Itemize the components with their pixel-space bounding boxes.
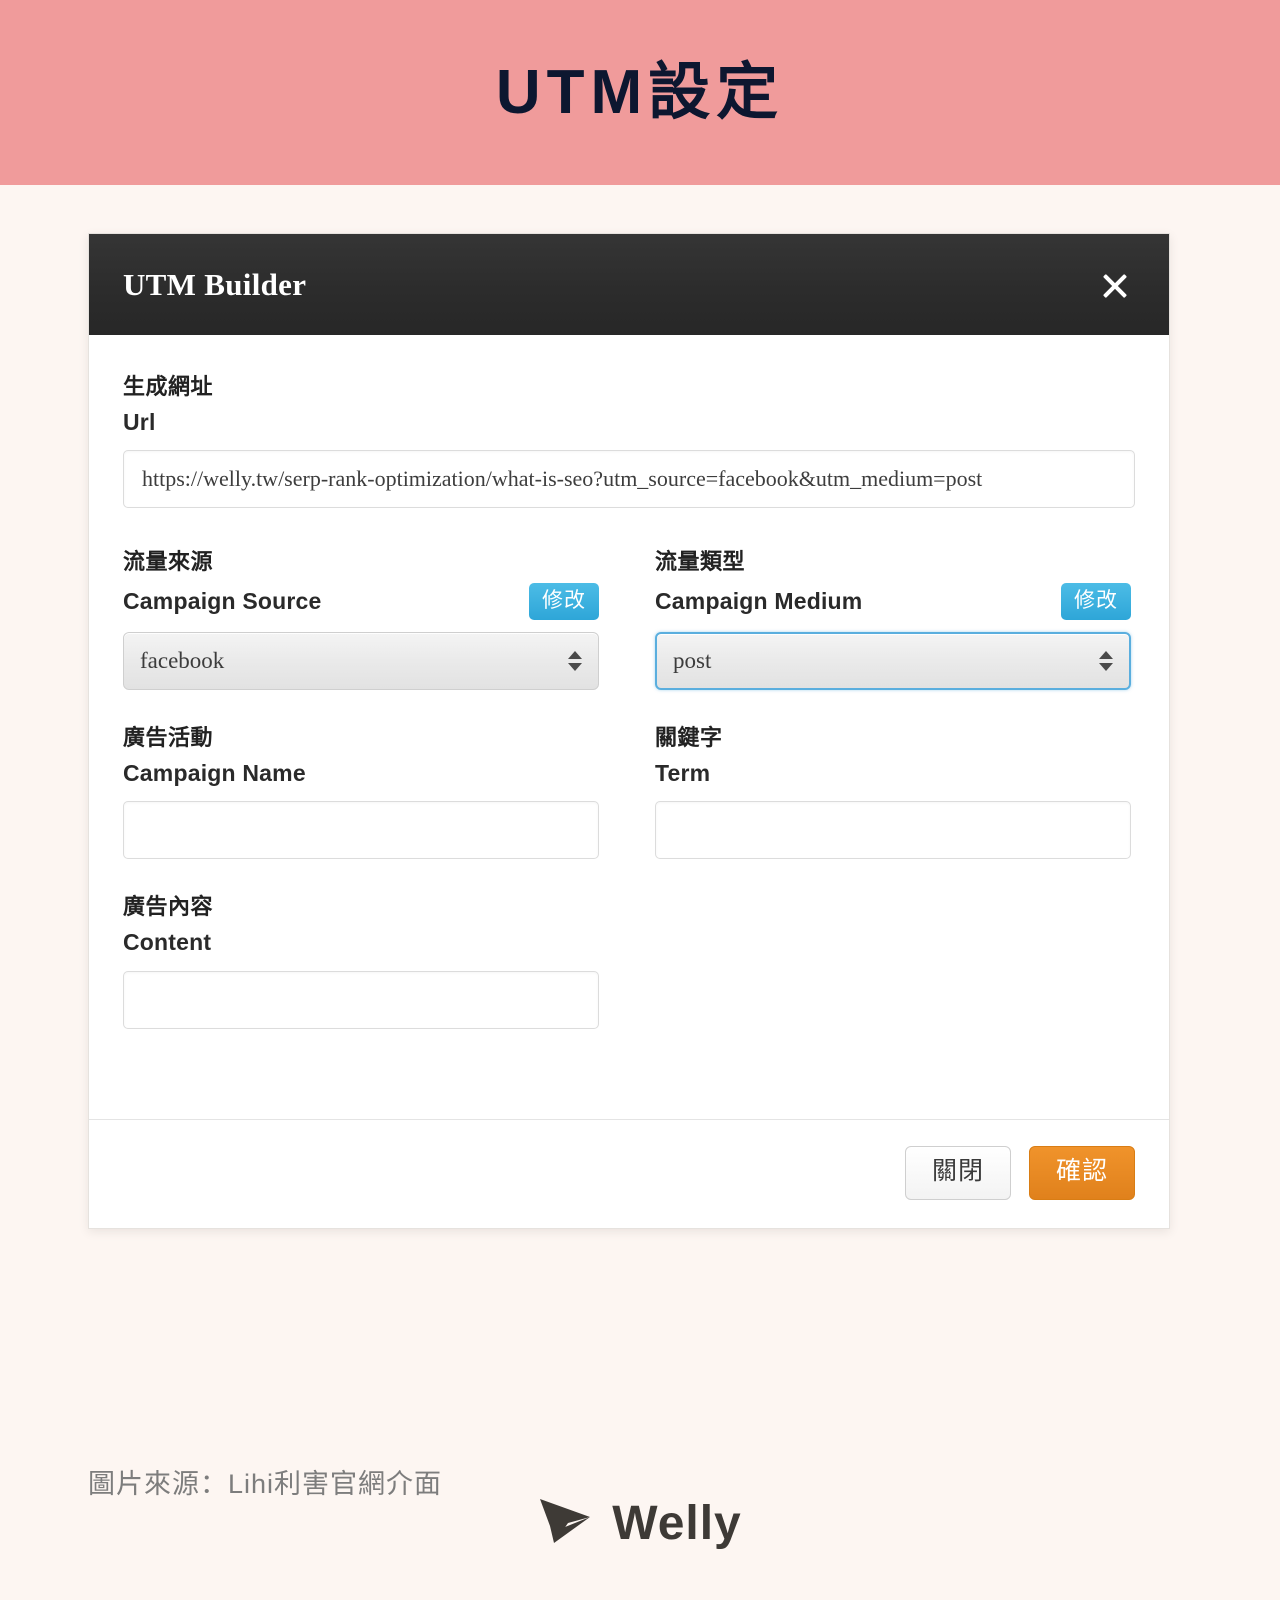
campaign-source-label-cjk: 流量來源 [123,549,214,575]
field-row-3-spacer [655,893,1131,1028]
campaign-name-input[interactable] [123,801,599,860]
modal-footer: 關閉 確認 [89,1118,1169,1229]
url-label-en: Url [123,408,156,435]
field-content: 廣告內容 Content [123,893,599,1029]
term-label-en: Term [655,759,711,786]
welly-logo: Welly [0,1495,1280,1552]
field-campaign-source: 流量來源 Campaign Source 修改 facebook [123,548,599,691]
campaign-source-label-en: Campaign Source [123,588,322,615]
page-title: UTM設定 [495,57,785,127]
content-label-en: Content [123,928,212,955]
close-icon[interactable] [1095,265,1135,305]
term-input[interactable] [655,801,1131,860]
url-input[interactable]: https://welly.tw/serp-rank-optimization/… [123,450,1135,509]
campaign-source-value: facebook [140,648,225,674]
field-campaign-medium: 流量類型 Campaign Medium 修改 post [655,548,1131,691]
campaign-source-edit-button[interactable]: 修改 [529,582,599,621]
campaign-name-label-en: Campaign Name [123,759,306,786]
welly-logo-text: Welly [612,1497,742,1550]
field-row-1: 流量來源 Campaign Source 修改 facebook 流量類型 Ca… [123,548,1135,691]
modal-title: UTM Builder [123,266,307,302]
close-button[interactable]: 關閉 [904,1145,1011,1201]
content-label-cjk: 廣告內容 [123,894,214,920]
field-row-3: 廣告內容 Content [123,893,1135,1029]
url-section: 生成網址 Url https://welly.tw/serp-rank-opti… [123,373,1135,509]
campaign-medium-edit-button[interactable]: 修改 [1061,582,1131,621]
campaign-medium-label-en: Campaign Medium [655,588,863,615]
url-label-cjk: 生成網址 [123,374,214,399]
page-banner: UTM設定 [0,0,1280,185]
term-label-cjk: 關鍵字 [655,725,723,751]
chevron-updown-icon [568,651,582,672]
campaign-name-label-cjk: 廣告活動 [123,725,214,751]
chevron-updown-icon [1099,651,1113,672]
campaign-source-select[interactable]: facebook [123,632,599,691]
campaign-source-label-line: Campaign Source 修改 [123,582,599,621]
field-campaign-name: 廣告活動 Campaign Name [123,724,599,860]
modal-header: UTM Builder [89,234,1169,335]
campaign-medium-label-line: Campaign Medium 修改 [655,582,1131,621]
campaign-medium-value: post [673,648,712,674]
modal-body: 生成網址 Url https://welly.tw/serp-rank-opti… [89,335,1169,1119]
field-term: 關鍵字 Term [655,724,1131,860]
body-bottom-spacer [123,1063,1135,1073]
campaign-medium-select[interactable]: post [655,632,1131,691]
confirm-button[interactable]: 確認 [1028,1145,1135,1201]
paper-plane-icon [538,1495,594,1552]
field-row-2: 廣告活動 Campaign Name 關鍵字 Term [123,724,1135,860]
utm-builder-modal: UTM Builder 生成網址 Url https://welly.tw/se… [88,233,1170,1230]
content-input[interactable] [123,970,599,1029]
campaign-medium-label-cjk: 流量類型 [655,549,746,575]
